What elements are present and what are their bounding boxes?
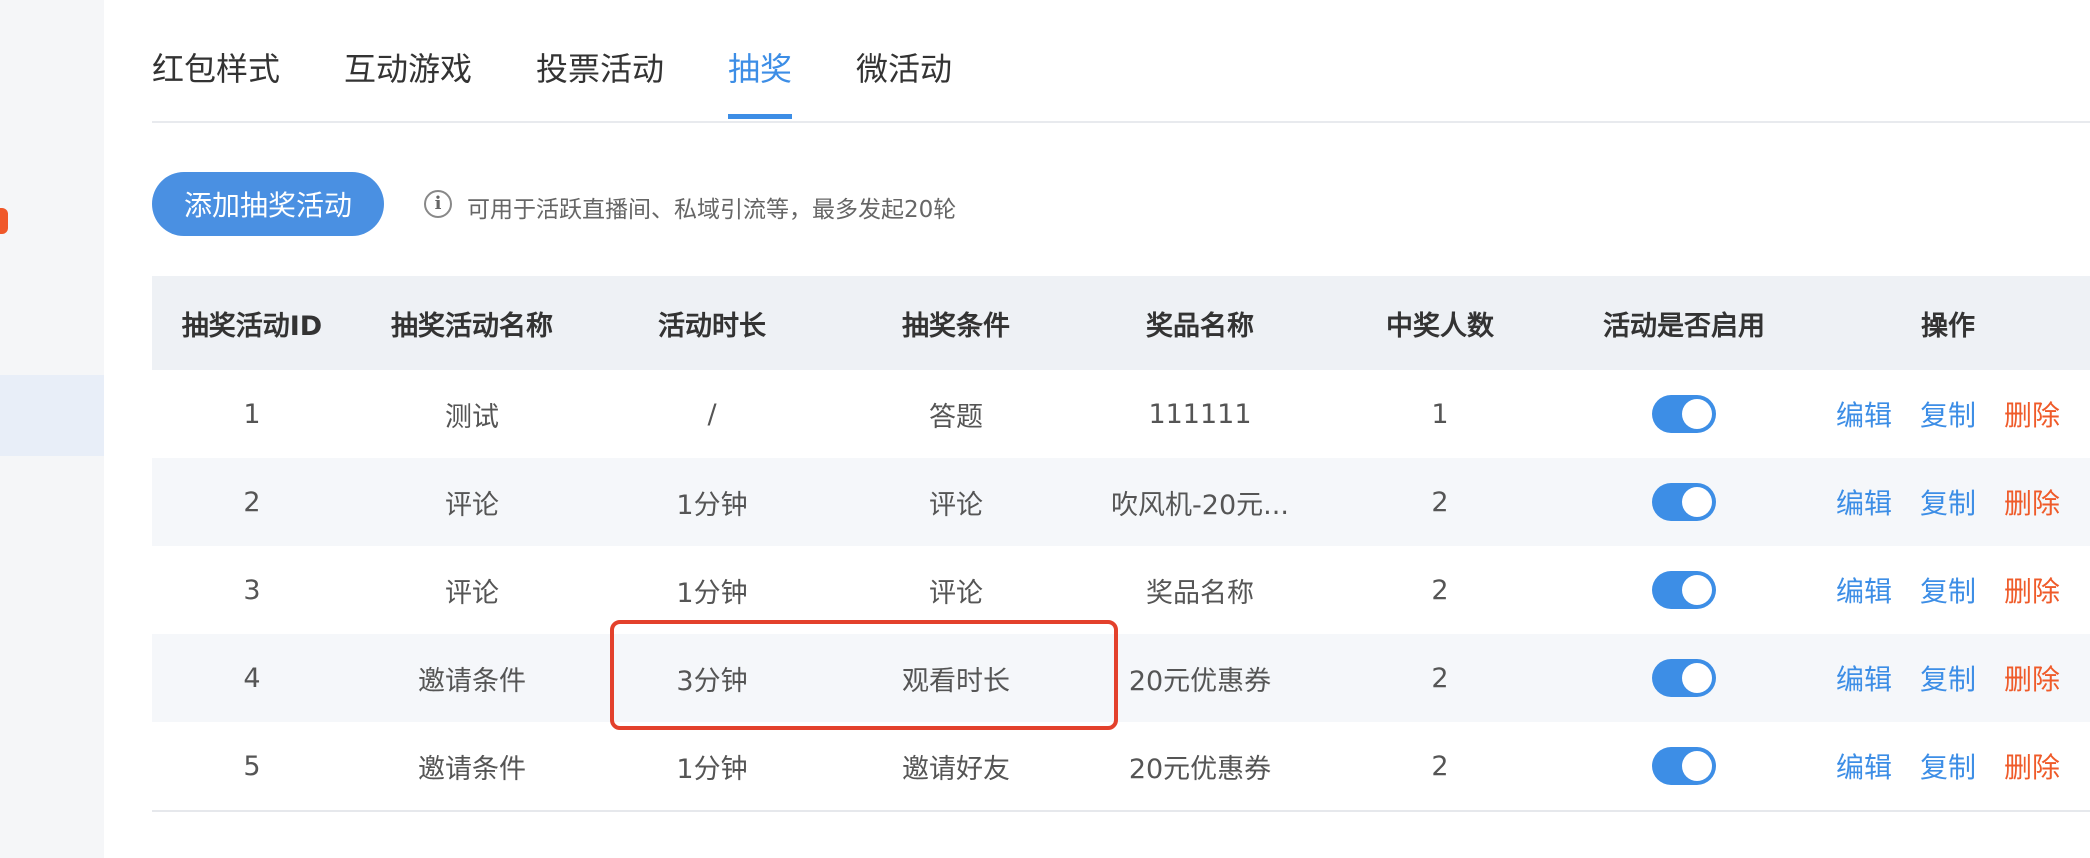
edit-link[interactable]: 编辑 [1836, 746, 1892, 786]
enable-toggle[interactable] [1652, 659, 1716, 697]
info-circle-icon: i [424, 190, 452, 218]
toggle-knob [1682, 663, 1712, 693]
enable-toggle[interactable] [1652, 395, 1716, 433]
toggle-knob [1682, 575, 1712, 605]
tab-bar: 红包样式 互动游戏 投票活动 抽奖 微活动 [152, 0, 2090, 123]
column-header: 活动是否启用 [1603, 310, 1765, 342]
cell-winners: 2 [1431, 662, 1449, 694]
cell-duration: 1分钟 [676, 489, 748, 521]
prize-text: 20元优惠券 [1128, 753, 1272, 785]
cell-winners: 1 [1431, 398, 1449, 430]
edit-link[interactable]: 编辑 [1836, 394, 1892, 434]
prize-text: 20元优惠券 [1128, 665, 1272, 697]
info-hint-text: 可用于活跃直播间、私域引流等，最多发起20轮 [467, 197, 957, 223]
edit-link[interactable]: 编辑 [1836, 482, 1892, 522]
edit-link[interactable]: 编辑 [1836, 658, 1892, 698]
cell-condition: 评论 [929, 577, 983, 609]
lottery-table: 抽奖活动ID 抽奖活动名称 活动时长 抽奖条件 奖品名称 中奖人数 活动是否启用… [152, 276, 2090, 812]
delete-link[interactable]: 删除 [2004, 570, 2060, 610]
copy-link[interactable]: 复制 [1920, 746, 1976, 786]
enable-toggle[interactable] [1652, 747, 1716, 785]
cell-actions: 编辑 复制 删除 [1808, 634, 2088, 722]
table-header: 抽奖活动ID 抽奖活动名称 活动时长 抽奖条件 奖品名称 中奖人数 活动是否启用… [152, 276, 2090, 370]
cell-id: 1 [243, 398, 261, 430]
column-header: 抽奖活动ID [181, 310, 323, 342]
column-header: 活动时长 [658, 310, 766, 342]
toggle-knob [1682, 751, 1712, 781]
prize-text: 奖品名称 [1146, 577, 1254, 609]
table-row: 1 测试 / 答题 111111 1 编辑 复制 删除 [152, 370, 2090, 458]
cell-condition: 评论 [929, 489, 983, 521]
column-header: 抽奖活动名称 [391, 310, 553, 342]
active-tab-indicator [728, 114, 792, 119]
cell-prize: 111111 [1080, 370, 1320, 458]
cell-prize: 奖品名称 [1080, 546, 1320, 634]
cell-prize: 吹风机-20元... [1080, 458, 1320, 546]
toggle-knob [1682, 399, 1712, 429]
cell-duration: 1分钟 [676, 577, 748, 609]
cell-actions: 编辑 复制 删除 [1808, 722, 2088, 810]
tab-micro-activity[interactable]: 微活动 [856, 44, 952, 90]
cell-name: 评论 [445, 489, 499, 521]
cell-winners: 2 [1431, 574, 1449, 606]
cell-prize: 20元优惠券 [1080, 634, 1320, 722]
enable-toggle[interactable] [1652, 571, 1716, 609]
table-row: 4 邀请条件 3分钟 观看时长 20元优惠券 2 编辑 复制 删除 [152, 634, 2090, 722]
cell-id: 3 [243, 574, 261, 606]
cell-condition: 答题 [929, 401, 983, 433]
tab-interactive-games[interactable]: 互动游戏 [344, 44, 472, 90]
add-lottery-button[interactable]: 添加抽奖活动 [152, 172, 384, 236]
delete-link[interactable]: 删除 [2004, 482, 2060, 522]
cell-condition: 观看时长 [902, 665, 1010, 697]
cell-name: 邀请条件 [418, 753, 526, 785]
edit-link[interactable]: 编辑 [1836, 570, 1892, 610]
table-row: 2 评论 1分钟 评论 吹风机-20元... 2 编辑 复制 删除 [152, 458, 2090, 546]
cell-winners: 2 [1431, 750, 1449, 782]
enable-toggle[interactable] [1652, 483, 1716, 521]
sidebar-badge [0, 208, 8, 234]
cell-duration: / [707, 398, 717, 430]
cell-name: 邀请条件 [418, 665, 526, 697]
toggle-knob [1682, 487, 1712, 517]
delete-link[interactable]: 删除 [2004, 746, 2060, 786]
cell-name: 测试 [445, 401, 499, 433]
tab-lottery[interactable]: 抽奖 [728, 44, 792, 90]
prize-text: 111111 [1148, 398, 1252, 430]
tab-voting[interactable]: 投票活动 [536, 44, 664, 90]
cell-condition: 邀请好友 [902, 753, 1010, 785]
cell-enabled [1560, 634, 1808, 722]
prize-text: 吹风机-20元... [1111, 489, 1289, 521]
copy-link[interactable]: 复制 [1920, 570, 1976, 610]
cell-duration: 1分钟 [676, 753, 748, 785]
table-row: 3 评论 1分钟 评论 奖品名称 2 编辑 复制 删除 [152, 546, 2090, 634]
column-header: 奖品名称 [1146, 310, 1254, 342]
cell-id: 4 [243, 662, 261, 694]
cell-enabled [1560, 370, 1808, 458]
copy-link[interactable]: 复制 [1920, 658, 1976, 698]
cell-id: 5 [243, 750, 261, 782]
column-header: 抽奖条件 [902, 310, 1010, 342]
column-header: 操作 [1921, 310, 1975, 342]
column-header: 中奖人数 [1386, 310, 1494, 342]
cell-prize: 20元优惠券 [1080, 722, 1320, 810]
left-sidebar [0, 0, 104, 858]
cell-actions: 编辑 复制 删除 [1808, 458, 2088, 546]
cell-enabled [1560, 546, 1808, 634]
copy-link[interactable]: 复制 [1920, 482, 1976, 522]
cell-id: 2 [243, 486, 261, 518]
cell-actions: 编辑 复制 删除 [1808, 546, 2088, 634]
cell-winners: 2 [1431, 486, 1449, 518]
copy-link[interactable]: 复制 [1920, 394, 1976, 434]
sidebar-active-item[interactable] [0, 375, 104, 456]
cell-enabled [1560, 458, 1808, 546]
cell-name: 评论 [445, 577, 499, 609]
tab-red-packet-style[interactable]: 红包样式 [152, 44, 280, 90]
cell-actions: 编辑 复制 删除 [1808, 370, 2088, 458]
delete-link[interactable]: 删除 [2004, 658, 2060, 698]
cell-duration: 3分钟 [676, 665, 748, 697]
delete-link[interactable]: 删除 [2004, 394, 2060, 434]
table-row: 5 邀请条件 1分钟 邀请好友 20元优惠券 2 编辑 复制 删除 [152, 722, 2090, 810]
cell-enabled [1560, 722, 1808, 810]
